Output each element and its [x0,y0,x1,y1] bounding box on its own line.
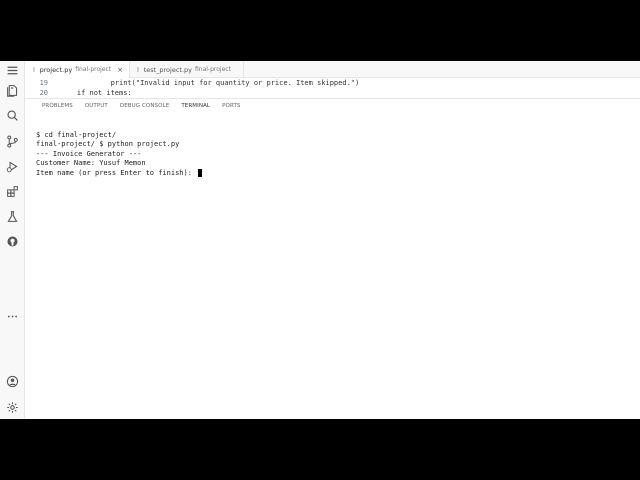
account-icon[interactable] [5,374,20,389]
editor-window: ▯ project.py final-project × ▯ test_proj… [0,61,640,419]
activity-bar [0,61,25,419]
python-file-icon: ▯ [136,66,140,73]
code-line: 20 if not items: [26,88,132,97]
close-icon[interactable]: × [117,66,123,74]
line-number: 19 [39,78,48,87]
panel-tabs: PROBLEMS OUTPUT DEBUG CONSOLE TERMINAL P… [26,98,640,114]
code-text: if not items: [60,88,132,97]
terminal-prompt: Item name (or press Enter to finish): [36,168,197,177]
tab-debug-console[interactable]: DEBUG CONSOLE [114,99,175,114]
more-icon[interactable] [5,309,20,324]
terminal-prompt-line: Item name (or press Enter to finish): [36,168,640,178]
source-control-icon[interactable] [5,134,20,149]
terminal-line: final-project/ $ python project.py [36,140,180,149]
terminal-cursor [198,168,203,177]
search-icon[interactable] [5,108,20,123]
tab-description: final-project [195,66,231,73]
tab-problems[interactable]: PROBLEMS [36,99,79,114]
tab-terminal[interactable]: TERMINAL [175,99,217,114]
code-editor[interactable]: 19 print("Invalid input for quantity or … [26,78,640,98]
line-number: 20 [39,88,48,97]
terminal-line: --- Invoice Generator --- [36,149,142,158]
menu-icon[interactable] [5,63,20,78]
github-icon[interactable] [5,234,20,249]
python-file-icon: ▯ [32,66,36,73]
tab-ports[interactable]: PORTS [216,99,246,114]
settings-icon[interactable] [5,400,20,415]
tab-test-project-py[interactable]: ▯ test_project.py final-project [130,61,244,78]
code-line: 19 print("Invalid input for quantity or … [26,78,360,87]
tab-project-py[interactable]: ▯ project.py final-project × [26,61,131,78]
tab-output[interactable]: OUTPUT [79,99,114,114]
run-debug-icon[interactable] [5,159,20,174]
code-text: print("Invalid input for quantity or pri… [60,78,360,87]
tab-label: test_project.py [143,65,192,74]
terminal-line: Customer Name: Yusuf Memon [36,159,146,168]
tab-description: final-project [75,66,112,73]
extensions-icon[interactable] [5,184,20,199]
terminal-line: $ cd final-project/ [36,131,117,139]
terminal-output[interactable]: $ cd final-project/ final-project/ $ pyt… [26,113,640,419]
editor-tabs: ▯ project.py final-project × ▯ test_proj… [26,61,640,78]
testing-icon[interactable] [5,209,20,224]
files-icon[interactable] [5,83,20,98]
tab-label: project.py [39,65,73,74]
